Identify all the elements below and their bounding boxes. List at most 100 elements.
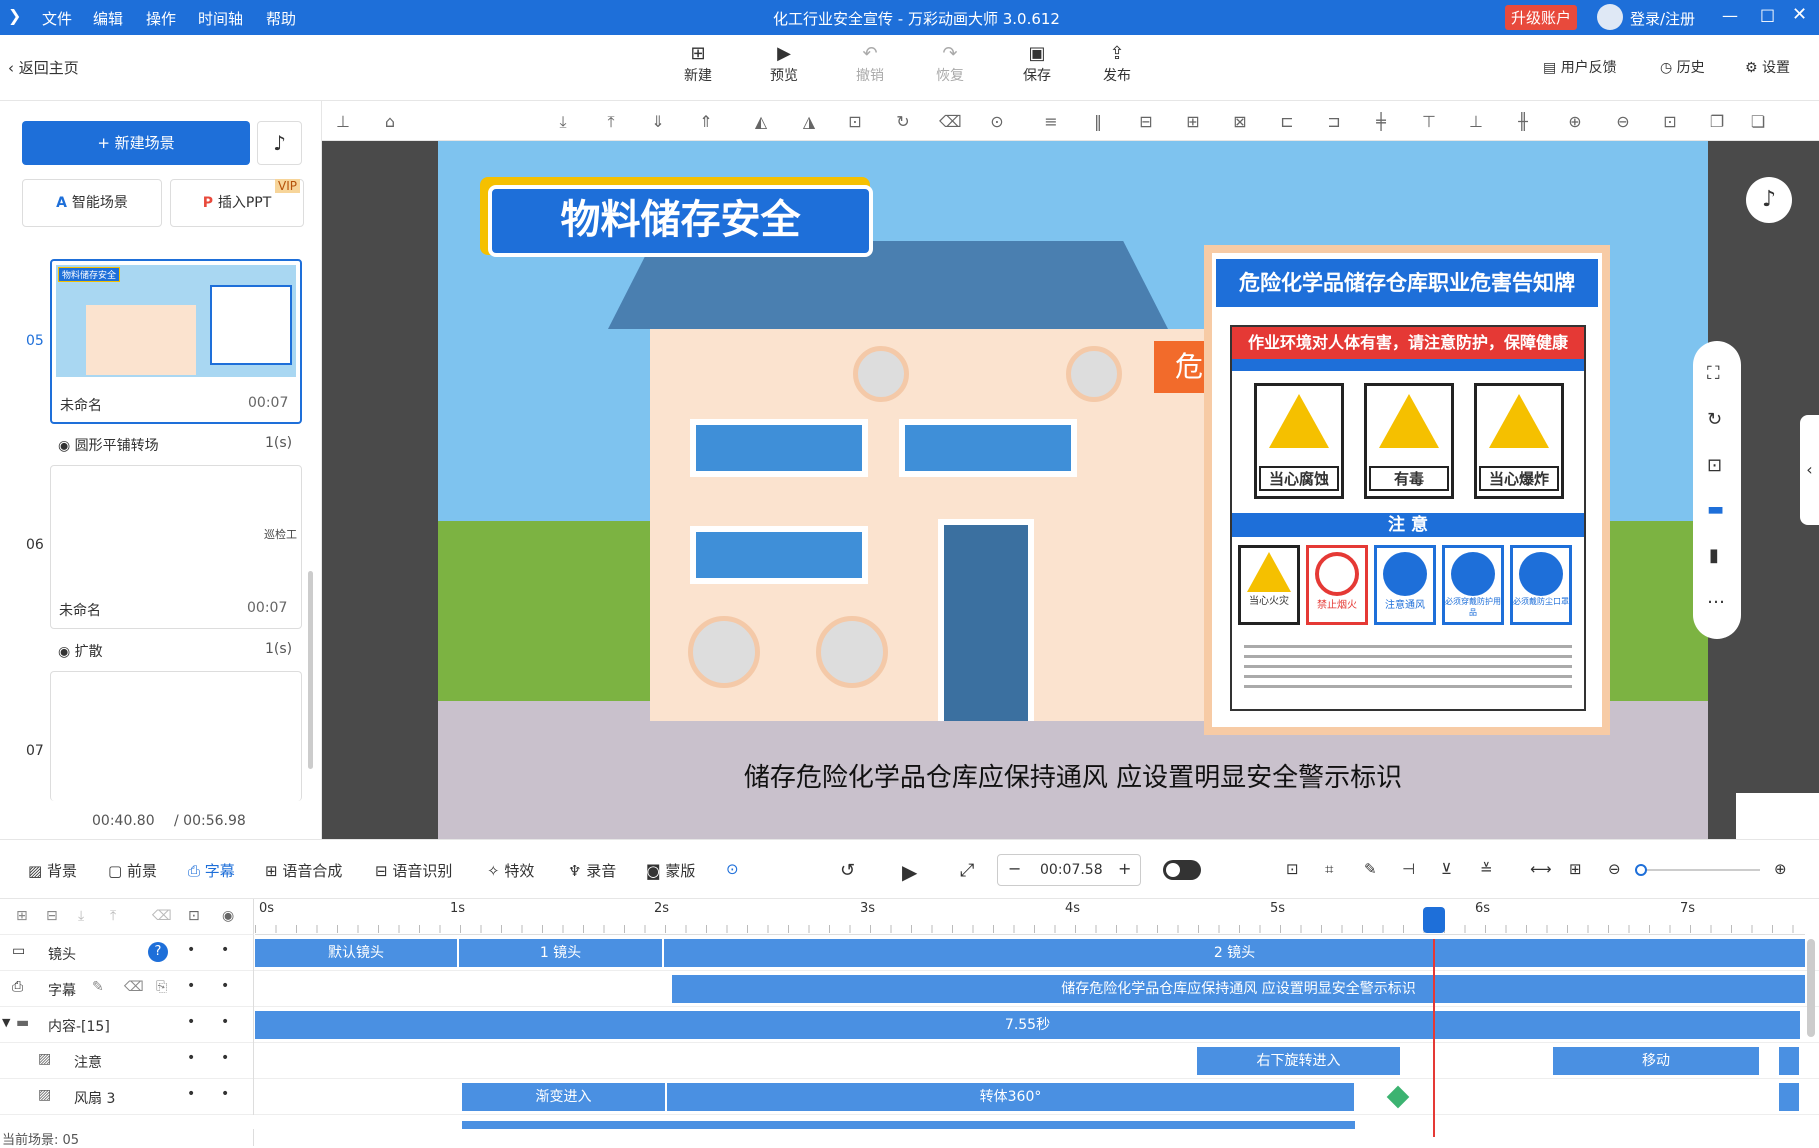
playhead-handle[interactable] — [1423, 907, 1445, 933]
publish-button[interactable]: ⇪ 发布 — [1087, 43, 1147, 85]
align-vcenter-icon[interactable]: ╫ — [1512, 111, 1534, 133]
scene-scrollbar[interactable] — [308, 571, 313, 769]
transition-item[interactable]: ◉ 扩散 — [58, 641, 103, 661]
zoom-slider[interactable] — [1635, 864, 1760, 876]
keyframe-icon[interactable]: ⊡ — [1286, 860, 1299, 878]
time-stepper[interactable]: − 00:07.58 + — [997, 854, 1141, 886]
timeline-scrollbar[interactable] — [1807, 939, 1815, 1037]
move-bottom-icon[interactable]: ⤓ — [552, 111, 574, 133]
redo-button[interactable]: ↷ 恢复 — [920, 43, 980, 85]
transition-item[interactable]: ◉ 圆形平铺转场 — [58, 435, 159, 455]
mask-button[interactable]: ◙ 蒙版 — [646, 860, 695, 881]
track-notice[interactable]: ▨ 注意 • • 右下旋转进入 移动 — [0, 1043, 1819, 1079]
menu-timeline[interactable]: 时间轴 — [198, 8, 243, 29]
tts-button[interactable]: ⊞ 语音合成 — [265, 860, 342, 881]
menu-edit[interactable]: 编辑 — [93, 8, 123, 29]
settings-button[interactable]: ⚙ 设置 — [1745, 57, 1790, 77]
paste-icon[interactable]: ❏ — [1747, 111, 1769, 133]
move-up-icon[interactable]: ⤒ — [110, 908, 116, 924]
track-camera[interactable]: ▭ 镜头? • • 默认镜头 1 镜头 2 镜头 — [0, 935, 1819, 971]
close-icon[interactable]: ✕ — [1792, 4, 1807, 25]
move-top-icon[interactable]: ⤒ — [600, 111, 622, 133]
import-icon[interactable]: ⎘ — [156, 979, 167, 995]
lock-icon[interactable]: ⊡ — [1707, 455, 1722, 476]
camera-clip[interactable]: 默认镜头 — [255, 939, 458, 967]
menu-operate[interactable]: 操作 — [146, 8, 176, 29]
screen-icon[interactable]: ▬ — [1707, 499, 1724, 520]
hazard-board[interactable]: 危险化学品储存仓库职业危害告知牌 作业环境对人体有害，请注意防护，保障健康 当心… — [1204, 245, 1610, 735]
upgrade-button[interactable]: 升级账户 — [1505, 5, 1578, 30]
animation-clip[interactable]: 渐变进入 — [462, 1083, 666, 1111]
play-icon[interactable]: ▶ — [902, 860, 917, 884]
edit-icon[interactable]: ✎ — [92, 979, 104, 995]
align-left-icon[interactable]: ⊏ — [1276, 111, 1298, 133]
zoom-out-icon[interactable]: ⊖ — [1608, 860, 1621, 878]
edit-icon[interactable]: ✎ — [1364, 860, 1377, 878]
expand-icon[interactable]: ⤢ — [960, 860, 974, 881]
plus-icon[interactable]: + — [1118, 859, 1131, 878]
move-down-icon[interactable]: ⤓ — [78, 908, 84, 924]
more-icon[interactable]: … — [1707, 587, 1725, 608]
lock-icon[interactable]: ⊡ — [188, 908, 200, 924]
trash-icon[interactable]: ⌫ — [152, 908, 172, 924]
maximize-icon[interactable]: □ — [1760, 5, 1775, 24]
flip-vertical-icon[interactable]: ◮ — [798, 111, 820, 133]
music-note-icon[interactable]: ♪ — [257, 121, 302, 165]
smart-scene-button[interactable]: A 智能场景 — [22, 179, 162, 227]
align-middle-icon[interactable]: ‖ — [1087, 111, 1109, 133]
background-button[interactable]: ▨ 背景 — [28, 860, 77, 881]
preview-button[interactable]: ▶ 预览 — [754, 43, 814, 85]
mobile-icon[interactable]: ▮ — [1709, 545, 1719, 566]
back-home-link[interactable]: ‹ 返回主页 — [8, 57, 79, 78]
time-value[interactable]: 00:07.58 — [1040, 862, 1103, 878]
filter-icon[interactable]: ⊻ — [1441, 860, 1452, 878]
minimize-icon[interactable]: — — [1722, 6, 1738, 25]
stage-canvas[interactable]: 危 物料储存安全 危险化学品储存仓库职业危害告知牌 作业环境对人体有害，请注意防… — [438, 141, 1708, 839]
camera-clip[interactable]: 2 镜头 — [664, 939, 1806, 967]
keyframe-diamond-icon[interactable] — [1386, 1085, 1410, 1109]
minimap-icon[interactable] — [1736, 793, 1819, 839]
expand-panel-icon[interactable]: ‹ — [1800, 415, 1819, 525]
lock-icon[interactable]: ⊡ — [844, 111, 866, 133]
feedback-button[interactable]: ▤ 用户反馈 — [1543, 57, 1617, 77]
align-center-icon[interactable]: ≡ — [1040, 111, 1062, 133]
add-folder-icon[interactable]: ⊞ — [16, 908, 28, 924]
clip-end-handle[interactable] — [1779, 1083, 1799, 1111]
distribute-h-icon[interactable]: ⊞ — [1182, 111, 1204, 133]
toggle-switch[interactable] — [1163, 860, 1201, 880]
flip-horizontal-icon[interactable]: ◭ — [750, 111, 772, 133]
trash-icon[interactable]: ⌫ — [124, 979, 144, 995]
undo-button[interactable]: ↶ 撤销 — [840, 43, 900, 85]
rotate-icon[interactable]: ↻ — [892, 111, 914, 133]
new-button[interactable]: ⊞ 新建 — [668, 43, 728, 85]
replay-icon[interactable]: ↺ — [840, 860, 855, 881]
minus-icon[interactable]: − — [1008, 859, 1021, 878]
animation-clip-partial[interactable] — [462, 1121, 1355, 1129]
content-clip[interactable]: 7.55秒 — [255, 1011, 1801, 1039]
distribute-icon[interactable]: ⊟ — [1135, 111, 1157, 133]
align-top-icon[interactable]: ⊤ — [1418, 111, 1440, 133]
split-icon[interactable]: ⊣ — [1402, 860, 1415, 878]
distribute-v-icon[interactable]: ⊠ — [1229, 111, 1251, 133]
new-folder-icon[interactable]: ⊟ — [46, 908, 58, 924]
help-icon[interactable]: ? — [148, 942, 168, 962]
stage-subtitle[interactable]: 储存危险化学品仓库应保持通风 应设置明显安全警示标识 — [438, 757, 1708, 794]
menu-help[interactable]: 帮助 — [266, 8, 296, 29]
time-ruler[interactable]: 0s 1s 2s 3s 4s 5s 6s 7s — [255, 899, 1805, 935]
eye-icon[interactable]: ◉ — [222, 908, 234, 924]
ratio-icon[interactable]: ⊞ — [1569, 860, 1582, 878]
align-right-icon[interactable]: ⊐ — [1323, 111, 1345, 133]
scene-card-06[interactable]: 巡检工 未命名 00:07 — [50, 465, 302, 629]
delete-icon[interactable]: ⌫ — [939, 111, 962, 133]
login-link[interactable]: 登录/注册 — [1630, 8, 1695, 29]
scene-card-05[interactable]: 物料储存安全 未命名 00:07 — [50, 259, 302, 424]
track-content-folder[interactable]: ▼ ▬ 内容-[15] • • 7.55秒 — [0, 1007, 1819, 1043]
align-hcenter-icon[interactable]: ╪ — [1370, 111, 1392, 133]
fullscreen-icon[interactable]: ⛶ — [1707, 363, 1720, 384]
camera-clip[interactable]: 1 镜头 — [459, 939, 663, 967]
fit-width-icon[interactable]: ⟷ — [1530, 860, 1552, 878]
move-down-icon[interactable]: ⇓ — [647, 111, 669, 133]
save-button[interactable]: ▣ 保存 — [1007, 43, 1067, 85]
zoom-in-icon[interactable]: ⊕ — [1564, 111, 1586, 133]
track-subtitle[interactable]: ⎙ 字幕 ✎ ⌫ ⎘ • • 储存危险化学品仓库应保持通风 应设置明显安全警示标识 — [0, 971, 1819, 1007]
